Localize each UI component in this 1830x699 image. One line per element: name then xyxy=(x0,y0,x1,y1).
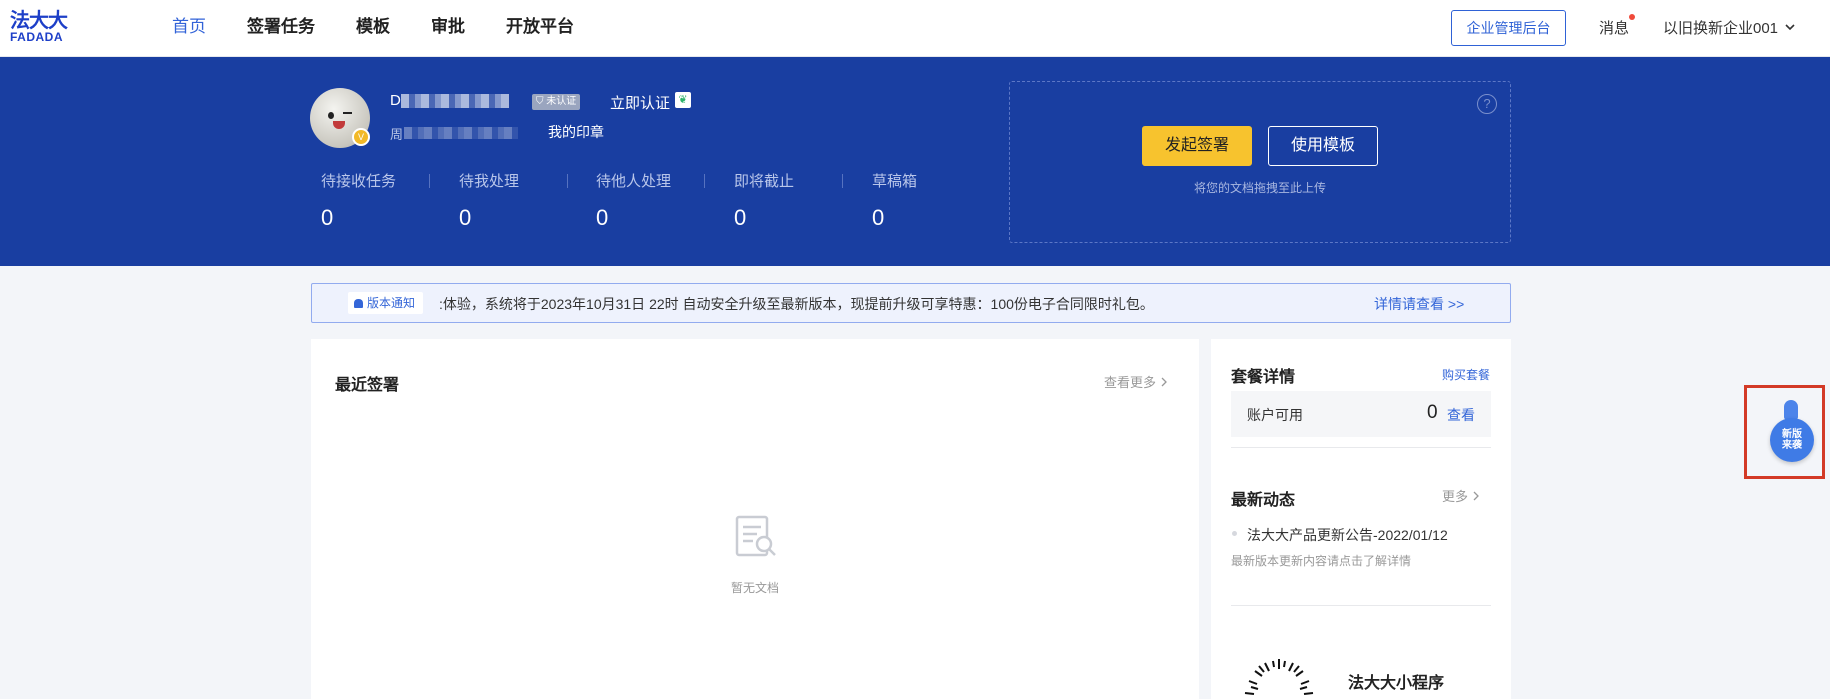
chevron-right-icon xyxy=(1473,491,1479,501)
stat-due-soon[interactable]: 即将截止 0 xyxy=(734,170,854,231)
upload-drop-zone[interactable] xyxy=(1009,81,1511,243)
empty-document-icon xyxy=(735,515,776,557)
company-switcher[interactable]: 以旧换新企业001 xyxy=(1663,17,1796,38)
qr-code-icon xyxy=(1244,659,1314,695)
notice-tag: 版本通知 xyxy=(348,292,424,314)
verify-now-link[interactable]: 立即认证 xyxy=(610,92,670,113)
view-balance-link[interactable]: 查看 xyxy=(1447,405,1475,425)
available-label: 账户可用 xyxy=(1247,407,1303,423)
chevron-right-icon xyxy=(1161,377,1167,387)
news-item[interactable]: 法大大产品更新公告-2022/01/12 xyxy=(1247,525,1448,545)
notice-text: :体验，系统将于2023年10月31日 22时 自动安全升级至最新版本，现提前升… xyxy=(439,296,1154,312)
chevron-down-icon xyxy=(1785,24,1795,31)
news-title: 最新动态 xyxy=(1231,492,1296,509)
help-icon[interactable]: ? xyxy=(1477,94,1497,114)
stat-others-pending[interactable]: 待他人处理 0 xyxy=(596,170,716,231)
start-sign-button[interactable]: 发起签署 xyxy=(1142,126,1252,166)
notice-details-link[interactable]: 详情请查看 >> xyxy=(1374,294,1464,314)
user-name: D xyxy=(390,92,401,109)
available-value: 0 xyxy=(1427,402,1438,423)
package-title: 套餐详情 xyxy=(1231,369,1296,386)
divider xyxy=(1231,447,1491,448)
recent-sign-title: 最近签署 xyxy=(335,377,400,394)
masked-subtitle xyxy=(404,127,518,139)
vip-badge-icon: V xyxy=(352,128,370,146)
empty-text: 暂无文档 xyxy=(730,581,779,595)
user-subtitle: 周 xyxy=(390,127,404,142)
news-more-link[interactable]: 更多 xyxy=(1442,486,1480,505)
shield-icon: ⛉ xyxy=(536,96,544,107)
dashboard-banner xyxy=(0,57,1830,266)
company-name: 以旧换新企业001 xyxy=(1663,20,1779,37)
nav-approval[interactable]: 审批 xyxy=(431,0,465,57)
view-more-link[interactable]: 查看更多 xyxy=(1104,372,1168,391)
recent-sign-card: 最近签署 查看更多 暂无文档 xyxy=(311,339,1199,699)
messages-link[interactable]: 消息 xyxy=(1599,17,1629,38)
divider xyxy=(1231,605,1491,606)
fadada-logo[interactable]: 法大大 FADADA xyxy=(10,9,70,43)
unread-dot xyxy=(1629,14,1635,20)
nav-sign-tasks[interactable]: 签署任务 xyxy=(247,0,315,57)
masked-name xyxy=(401,94,509,108)
bullet xyxy=(1232,531,1237,536)
news-subtitle: 最新版本更新内容请点击了解详情 xyxy=(1231,554,1412,568)
rocket-icon xyxy=(1784,400,1798,420)
side-panel: 套餐详情 购买套餐 账户可用 0 查看 最新动态 更多 法大大产品更新公告-20… xyxy=(1211,339,1511,699)
nav-templates[interactable]: 模板 xyxy=(356,0,390,57)
leaf-icon[interactable]: ❦ xyxy=(675,92,691,108)
version-notice-bar: 版本通知 :体验，系统将于2023年10月31日 22时 自动安全升级至最新版本… xyxy=(311,283,1511,323)
my-seal-link[interactable]: 我的印章 xyxy=(548,122,604,142)
new-version-button[interactable]: 新版 来袭 xyxy=(1770,418,1814,462)
mini-program-title: 法大大小程序 xyxy=(1348,675,1445,692)
buy-package-link[interactable]: 购买套餐 xyxy=(1442,366,1490,383)
stat-pending-receive[interactable]: 待接收任务 0 xyxy=(321,170,441,231)
stat-my-pending[interactable]: 待我处理 0 xyxy=(459,170,579,231)
avatar[interactable]: V xyxy=(310,88,370,148)
enterprise-admin-button[interactable]: 企业管理后台 xyxy=(1451,10,1566,46)
package-balance: 账户可用 0 查看 xyxy=(1231,391,1491,437)
unverified-badge: ⛉ 未认证 xyxy=(532,94,581,110)
drop-hint: 将您的文档拖拽至此上传 xyxy=(1193,181,1326,195)
nav-open-platform[interactable]: 开放平台 xyxy=(506,0,574,57)
bell-icon xyxy=(354,299,363,308)
use-template-button[interactable]: 使用模板 xyxy=(1268,126,1378,166)
main-nav: 首页 签署任务 模板 审批 开放平台 xyxy=(172,0,615,57)
logo-cn: 法大大 xyxy=(10,8,68,32)
logo-en: FADADA xyxy=(10,30,63,44)
stat-drafts[interactable]: 草稿箱 0 xyxy=(872,170,992,231)
nav-home[interactable]: 首页 xyxy=(172,0,206,57)
